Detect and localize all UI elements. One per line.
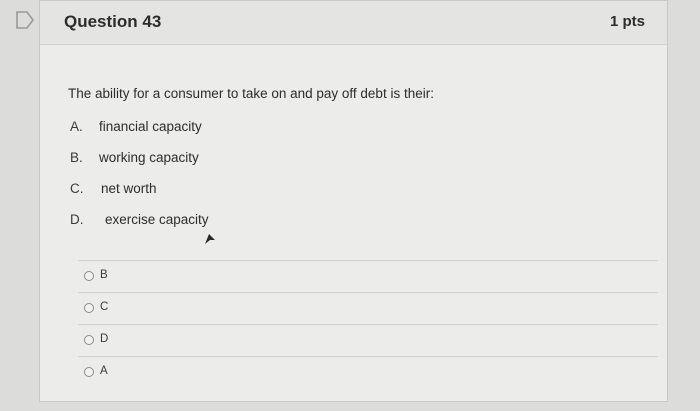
flag-icon[interactable] [14, 9, 36, 31]
radio-button[interactable] [84, 335, 94, 345]
answer-list: B C D A [78, 260, 658, 388]
choice-b: B. working capacity [70, 150, 199, 165]
answer-label[interactable]: B [100, 269, 108, 281]
answer-label[interactable]: D [100, 333, 108, 345]
choice-text: financial capacity [99, 119, 202, 134]
question-points: 1 pts [609, 13, 645, 30]
question-card: Question 43 1 pts The ability for a cons… [39, 0, 668, 402]
choice-a: A. financial capacity [70, 119, 202, 134]
radio-button[interactable] [84, 367, 94, 377]
choice-letter: A. [70, 119, 83, 134]
question-text: The ability for a consumer to take on an… [68, 86, 434, 101]
mouse-cursor-icon [205, 234, 215, 244]
answer-option-b[interactable]: B [78, 260, 658, 292]
answer-label[interactable]: C [100, 301, 108, 313]
choice-text: net worth [101, 181, 157, 196]
choice-c: C. net worth [70, 181, 157, 196]
radio-button[interactable] [84, 271, 94, 281]
radio-button[interactable] [84, 303, 94, 313]
choice-letter: D. [70, 212, 84, 227]
answer-option-c[interactable]: C [78, 292, 658, 324]
choice-letter: C. [70, 181, 84, 196]
answer-option-d[interactable]: D [78, 324, 658, 356]
answer-label[interactable]: A [100, 365, 108, 377]
question-header: Question 43 1 pts [40, 1, 667, 45]
choice-text: working capacity [99, 150, 199, 165]
choice-text: exercise capacity [105, 212, 209, 227]
question-title: Question 43 [64, 12, 162, 31]
choice-letter: B. [70, 150, 83, 165]
answer-option-a[interactable]: A [78, 356, 658, 388]
choice-d: D. exercise capacity [70, 212, 209, 227]
